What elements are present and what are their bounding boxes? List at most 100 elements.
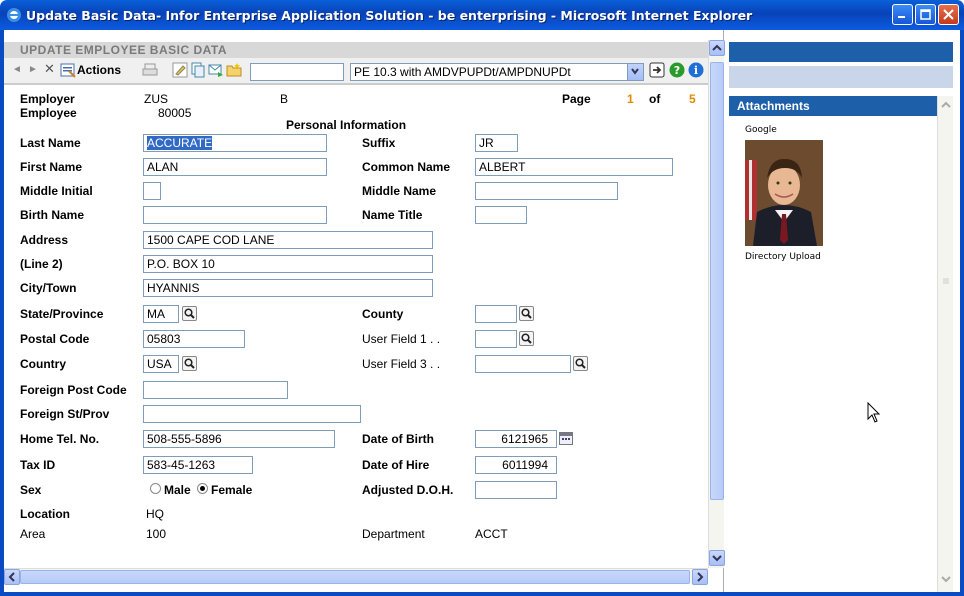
vertical-scrollbar[interactable] (708, 40, 725, 568)
suffix-label: Suffix (362, 136, 396, 150)
country-field[interactable]: USA (143, 355, 179, 373)
user-field3-input[interactable] (475, 355, 571, 373)
postal-field[interactable]: 05803 (143, 330, 245, 348)
male-radio[interactable] (150, 483, 161, 494)
calendar-icon[interactable] (559, 432, 573, 445)
employee-label: Employee (20, 106, 77, 120)
minimize-button[interactable] (892, 4, 913, 25)
window-frame: UPDATE EMPLOYEE BASIC DATA ◄ ► ✕ Actions (0, 30, 964, 596)
page-total: 5 (689, 92, 696, 106)
actions-menu[interactable]: Actions (77, 63, 121, 77)
horizontal-scroll-thumb[interactable] (20, 570, 690, 584)
doh-label: Date of Hire (362, 458, 430, 472)
city-field[interactable]: HYANNIS (143, 279, 433, 297)
attachment-source[interactable]: Google (745, 125, 777, 135)
scroll-up-button[interactable] (709, 40, 725, 56)
common-name-field[interactable]: ALBERT (475, 158, 673, 176)
edit-icon[interactable] (172, 62, 188, 78)
close-icon (943, 9, 954, 20)
chevron-up-icon[interactable] (939, 98, 953, 112)
info-icon[interactable]: i (688, 62, 704, 78)
area-label: Area (20, 527, 46, 541)
mail-icon[interactable] (208, 62, 224, 78)
prev-arrow-icon[interactable]: ◄ (12, 64, 22, 75)
location-label: Location (20, 507, 70, 521)
dob-label: Date of Birth (362, 432, 434, 446)
chevron-down-icon[interactable] (627, 64, 643, 80)
address-label: Address (20, 233, 69, 247)
attachments-scrollbar[interactable] (937, 96, 953, 592)
actions-icon (60, 63, 76, 78)
last-name-field[interactable]: ACCURATE (143, 134, 327, 152)
page-label: Page (562, 92, 591, 106)
maximize-button[interactable] (915, 4, 936, 25)
scroll-right-button[interactable] (692, 569, 708, 585)
scroll-down-button[interactable] (709, 550, 725, 566)
minimize-icon (898, 16, 905, 18)
employer-suffix: B (280, 92, 289, 106)
address-line2-field[interactable]: P.O. BOX 10 (143, 255, 433, 273)
foreign-post-field[interactable] (143, 381, 288, 399)
suffix-field[interactable]: JR (475, 134, 518, 152)
location-value: HQ (146, 507, 164, 521)
country-search-icon[interactable] (182, 356, 197, 371)
employee-photo[interactable] (745, 140, 823, 246)
go-icon[interactable] (649, 62, 665, 78)
first-name-label: First Name (20, 160, 83, 174)
county-search-icon[interactable] (519, 306, 534, 321)
employer-value: ZUS (144, 92, 168, 106)
adj-doh-field[interactable] (475, 481, 557, 499)
postal-label: Postal Code (20, 332, 90, 346)
birth-name-field[interactable] (143, 206, 327, 224)
svg-text:?: ? (674, 64, 680, 77)
tax-id-field[interactable]: 583-45-1263 (143, 456, 253, 474)
male-label: Male (164, 483, 191, 497)
user-field1-search-icon[interactable] (519, 331, 534, 346)
browser-client-area: UPDATE EMPLOYEE BASIC DATA ◄ ► ✕ Actions (4, 30, 960, 592)
folder-icon[interactable] (226, 62, 242, 78)
copy-icon[interactable] (190, 62, 206, 78)
address-field[interactable]: 1500 CAPE COD LANE (143, 231, 433, 249)
scroll-left-button[interactable] (4, 569, 20, 585)
state-field[interactable]: MA (143, 305, 179, 323)
user-field1-input[interactable] (475, 330, 517, 348)
middle-initial-field[interactable] (143, 182, 161, 200)
state-search-icon[interactable] (182, 306, 197, 321)
right-header-bar (729, 42, 953, 62)
attachment-caption[interactable]: Directory Upload (745, 252, 821, 262)
department-label: Department (362, 527, 425, 541)
home-tel-field[interactable]: 508-555-5896 (143, 430, 335, 448)
toolbar-search-input[interactable] (250, 63, 344, 81)
chevron-down-icon[interactable] (939, 572, 953, 586)
clear-icon[interactable]: ✕ (44, 61, 55, 77)
attachments-pane: Attachments Google Directory Upload (725, 30, 960, 592)
doh-field[interactable]: 6011994 (475, 456, 557, 474)
last-name-label: Last Name (20, 136, 81, 150)
name-title-field[interactable] (475, 206, 527, 224)
program-select[interactable]: PE 10.3 with AMDVPUPDt/AMPDNUPDt (350, 63, 644, 81)
state-label: State/Province (20, 307, 104, 321)
close-button[interactable] (938, 4, 959, 25)
vertical-scroll-thumb[interactable] (710, 62, 724, 500)
name-title-label: Name Title (362, 208, 423, 222)
print-icon[interactable] (142, 62, 158, 78)
foreign-st-field[interactable] (143, 405, 361, 423)
employer-label: Employer (20, 92, 75, 106)
female-radio[interactable] (197, 483, 208, 494)
sex-label: Sex (20, 483, 42, 497)
tax-id-label: Tax ID (20, 458, 56, 472)
form-toolbar: ◄ ► ✕ Actions PE 10.3 with AMDVPUPDt/AMP… (4, 58, 708, 84)
middle-initial-label: Middle Initial (20, 184, 93, 198)
county-field[interactable] (475, 305, 517, 323)
first-name-field[interactable]: ALAN (143, 158, 327, 176)
dob-field[interactable]: 6121965 (475, 430, 557, 448)
help-icon[interactable]: ? (669, 62, 685, 78)
middle-name-field[interactable] (475, 182, 618, 200)
page-number: 1 (627, 92, 634, 106)
maximize-icon (920, 9, 931, 20)
next-arrow-icon[interactable]: ► (28, 64, 38, 75)
svg-text:i: i (694, 64, 698, 77)
horizontal-scrollbar[interactable] (4, 568, 708, 585)
user-field3-search-icon[interactable] (573, 356, 588, 371)
user-field1-label: User Field 1 . . (362, 332, 441, 346)
